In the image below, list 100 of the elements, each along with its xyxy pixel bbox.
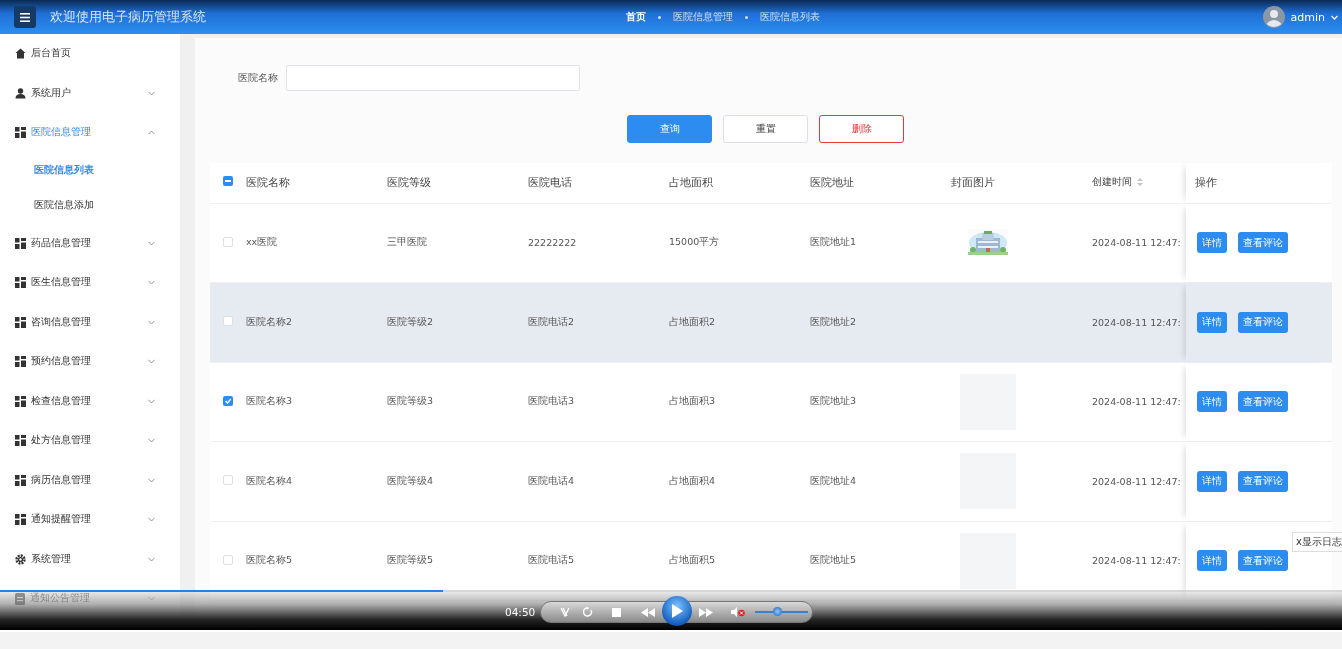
grid-icon (15, 316, 26, 328)
sidebar-item[interactable]: 预约信息管理 (0, 342, 165, 382)
breadcrumb-link[interactable]: 首页 (626, 10, 646, 24)
table-cell: 医院地址2 (810, 315, 857, 329)
table-cell: 医院电话4 (528, 474, 575, 488)
comments-button[interactable]: 查看评论 (1238, 470, 1288, 492)
checkbox[interactable] (223, 176, 233, 187)
table-cell: 医院等级4 (387, 474, 434, 488)
sidebar-item[interactable]: 检查信息管理 (0, 381, 165, 421)
comments-button[interactable]: 查看评论 (1238, 391, 1288, 413)
table-row[interactable]: xx医院 三甲医院 22222222 15000平方 医院地址1 2024-08-11 12:47: 详情 查看评论 (210, 203, 1332, 283)
sidebar-item[interactable]: 处方信息管理 (0, 421, 165, 461)
sidebar-item[interactable]: 医生信息管理 (0, 263, 165, 303)
table-cell: 占地面积5 (669, 554, 716, 568)
table-row[interactable]: 医院名称3 医院等级3 医院电话3 占地面积3 医院地址3 2024-08-11 12:47: 详情 查看评论 (210, 362, 1332, 442)
comments-button[interactable]: 查看评论 (1238, 550, 1288, 572)
table-cell: 2024-08-11 12:47: (1092, 475, 1181, 487)
user-name[interactable]: admin (1290, 10, 1325, 24)
settings-icon (15, 553, 26, 565)
reset-button[interactable]: 重置 (723, 115, 808, 143)
table-cell: 医院等级5 (387, 554, 434, 568)
table-cell: 2024-08-11 12:47: (1092, 316, 1181, 328)
table-cell: 医院名称5 (246, 554, 293, 568)
table-cell: 占地面积4 (669, 474, 716, 488)
sidebar-item[interactable]: 系统用户 (0, 73, 165, 113)
breadcrumb-link[interactable]: 医院信息列表 (760, 10, 820, 24)
column-header: 占地面积 (669, 175, 713, 191)
input-field[interactable] (286, 65, 580, 91)
caret-icon[interactable] (1331, 14, 1338, 20)
sidebar-item[interactable]: 医院信息管理 (0, 113, 165, 153)
table-cell: 医院名称2 (246, 315, 293, 329)
sidebar-item[interactable]: 药品信息管理 (0, 223, 165, 263)
table-cell: 医院电话2 (528, 315, 575, 329)
table-cell: 医院地址5 (810, 554, 857, 568)
table-cell: 医院名称3 (246, 395, 293, 409)
play-icon (671, 604, 683, 618)
grid-icon (15, 435, 26, 447)
column-header: 医院电话 (528, 175, 572, 191)
table-row[interactable]: 医院名称4 医院等级4 医院电话4 占地面积4 医院地址4 2024-08-11 12:47: 详情 查看评论 (210, 442, 1332, 522)
grid-icon (15, 277, 26, 289)
fast-forward-icon[interactable] (699, 608, 713, 617)
slider-thumb[interactable] (773, 607, 783, 616)
table-cell: 三甲医院 (387, 236, 427, 250)
avatar-icon[interactable] (1262, 6, 1285, 28)
grid-icon (15, 237, 26, 249)
details-button[interactable]: 详情 (1197, 391, 1227, 413)
time-label: 04:50 (505, 606, 536, 618)
sidebar-item[interactable]: 后台首页 (0, 34, 165, 74)
table-cell: 医院名称4 (246, 474, 293, 488)
menu-button[interactable] (14, 6, 36, 28)
grid-icon (15, 395, 26, 407)
checkbox[interactable] (223, 316, 233, 327)
menu-icon (20, 12, 30, 22)
user-icon (15, 87, 26, 99)
sidebar-item[interactable]: 病历信息管理 (0, 460, 165, 500)
table-cell: 占地面积3 (669, 395, 716, 409)
app-title: 欢迎使用电子病历管理系统 (50, 8, 206, 26)
breadcrumb-link[interactable]: 医院信息管理 (673, 10, 733, 24)
grid-icon (15, 127, 26, 139)
table-cell: 医院电话3 (528, 395, 575, 409)
submenu-item[interactable]: 医院信息添加 (0, 188, 180, 224)
query-button[interactable]: 查询 (627, 115, 712, 143)
details-button[interactable]: 详情 (1197, 550, 1227, 572)
sidebar-item[interactable]: 系统管理 (0, 539, 165, 579)
table-cell: 医院地址3 (810, 395, 857, 409)
sidebar-item[interactable]: 通知提醒管理 (0, 500, 165, 540)
volume-icon[interactable] (731, 607, 745, 617)
table-cell: 22222222 (528, 237, 577, 249)
checkbox[interactable] (223, 236, 233, 247)
table-row[interactable]: 医院名称2 医院等级2 医院电话2 占地面积2 医院地址2 2024-08-11 12:47: 详情 查看评论 (210, 283, 1332, 363)
comments-button[interactable]: 查看评论 (1238, 311, 1288, 333)
repeat-icon[interactable] (583, 607, 593, 617)
comments-button[interactable]: 查看评论 (1238, 232, 1288, 254)
table-cell: 2024-08-11 12:47: (1092, 555, 1181, 567)
details-button[interactable]: 详情 (1197, 311, 1227, 333)
home-icon (15, 48, 26, 60)
checkbox[interactable] (223, 395, 233, 406)
sort-icon[interactable] (1137, 178, 1143, 186)
column-header[interactable]: 创建时间 (1092, 175, 1132, 189)
table-cell: 15000平方 (669, 236, 720, 250)
image-placeholder (960, 532, 1016, 589)
table-cell: 医院地址4 (810, 474, 857, 488)
column-header: 封面图片 (951, 175, 995, 191)
delete-button[interactable]: 删除 (819, 115, 904, 143)
details-button[interactable]: 详情 (1197, 470, 1227, 492)
grid-icon (15, 514, 26, 526)
table-cell: 医院电话5 (528, 554, 575, 568)
checkbox[interactable] (223, 554, 233, 565)
field-label: 医院名称 (238, 71, 278, 85)
column-header: 医院名称 (246, 175, 290, 191)
table-cell: 2024-08-11 12:47: (1092, 237, 1181, 249)
table-cell: 医院等级2 (387, 315, 434, 329)
sidebar-item[interactable]: 咨询信息管理 (0, 302, 165, 342)
tooltip: x显示日志 (1292, 532, 1342, 552)
play-button[interactable] (662, 596, 692, 626)
submenu-item[interactable]: 医院信息列表 (0, 152, 180, 188)
details-button[interactable]: 详情 (1197, 232, 1227, 254)
checkbox[interactable] (223, 475, 233, 486)
rewind-icon[interactable] (641, 608, 655, 617)
shuffle-icon[interactable] (560, 607, 570, 617)
